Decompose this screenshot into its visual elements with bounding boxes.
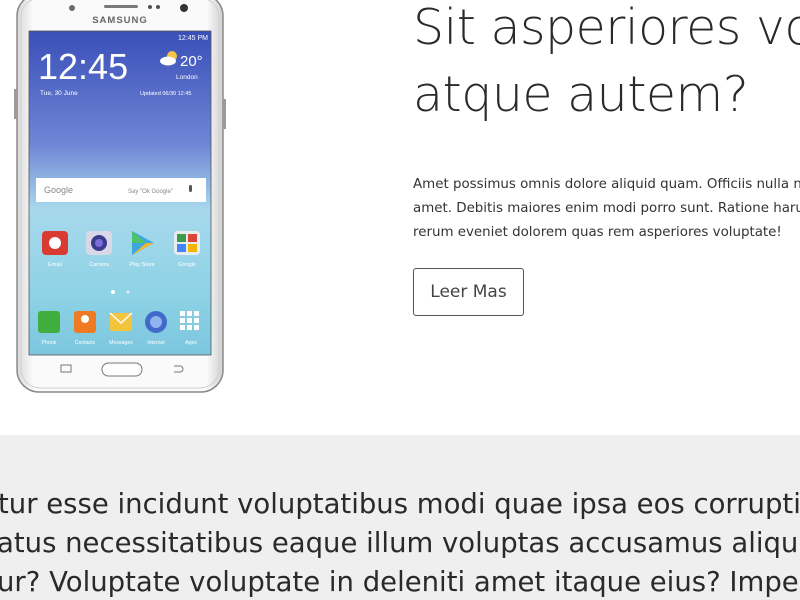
svg-text:Play Store: Play Store: [129, 262, 154, 268]
brand-logo: SAMSUNG: [92, 15, 148, 26]
phone-image: SAMSUNG 12:45 PM 12:45 Tue, 30 June 20° …: [14, 0, 226, 394]
hero-title: Sit asperiores vo atque autem?: [413, 0, 800, 128]
hero-description-line: Amet possimus omnis dolore aliquid quam.…: [413, 177, 800, 192]
svg-text:Tue, 30 June: Tue, 30 June: [40, 90, 78, 97]
svg-text:Camera: Camera: [89, 262, 110, 268]
svg-text:12:45 PM: 12:45 PM: [178, 35, 208, 42]
hero-description-line: rerum eveniet dolorem quas rem asperiore…: [413, 225, 782, 240]
svg-text:Phone: Phone: [41, 340, 56, 346]
clock-text: 12:45: [38, 46, 128, 87]
band-line: tur esse incidunt voluptatibus modi quae…: [0, 488, 800, 520]
svg-text:Contacts: Contacts: [75, 340, 96, 346]
hero-section: SAMSUNG 12:45 PM 12:45 Tue, 30 June 20° …: [0, 0, 800, 435]
svg-text:Apps: Apps: [185, 340, 197, 346]
svg-text:Email: Email: [48, 262, 62, 268]
svg-text:Internet: Internet: [147, 340, 165, 346]
svg-text:London: London: [176, 74, 198, 81]
band-line: ur? Voluptate voluptate in deleniti amet…: [0, 566, 800, 598]
svg-text:Updated 06/30 12:45: Updated 06/30 12:45: [140, 91, 191, 97]
svg-text:Messages: Messages: [109, 340, 133, 346]
svg-text:20°: 20°: [180, 53, 203, 70]
svg-text:Google: Google: [178, 262, 196, 268]
hero-title-line: Sit asperiores vo: [413, 0, 800, 56]
hero-title-line: atque autem?: [413, 66, 749, 123]
band-line: atus necessitatibus eaque illum voluptas…: [0, 527, 800, 559]
leer-mas-button[interactable]: Leer Mas: [413, 268, 524, 316]
hero-description-line: amet. Debitis maiores enim modi porro su…: [413, 201, 800, 216]
svg-text:Say "Ok Google": Say "Ok Google": [128, 189, 173, 195]
hero-description: Amet possimus omnis dolore aliquid quam.…: [413, 173, 800, 245]
svg-text:Google: Google: [44, 185, 73, 195]
text-band-section: tur esse incidunt voluptatibus modi quae…: [0, 435, 800, 600]
band-paragraph: tur esse incidunt voluptatibus modi quae…: [0, 485, 800, 600]
